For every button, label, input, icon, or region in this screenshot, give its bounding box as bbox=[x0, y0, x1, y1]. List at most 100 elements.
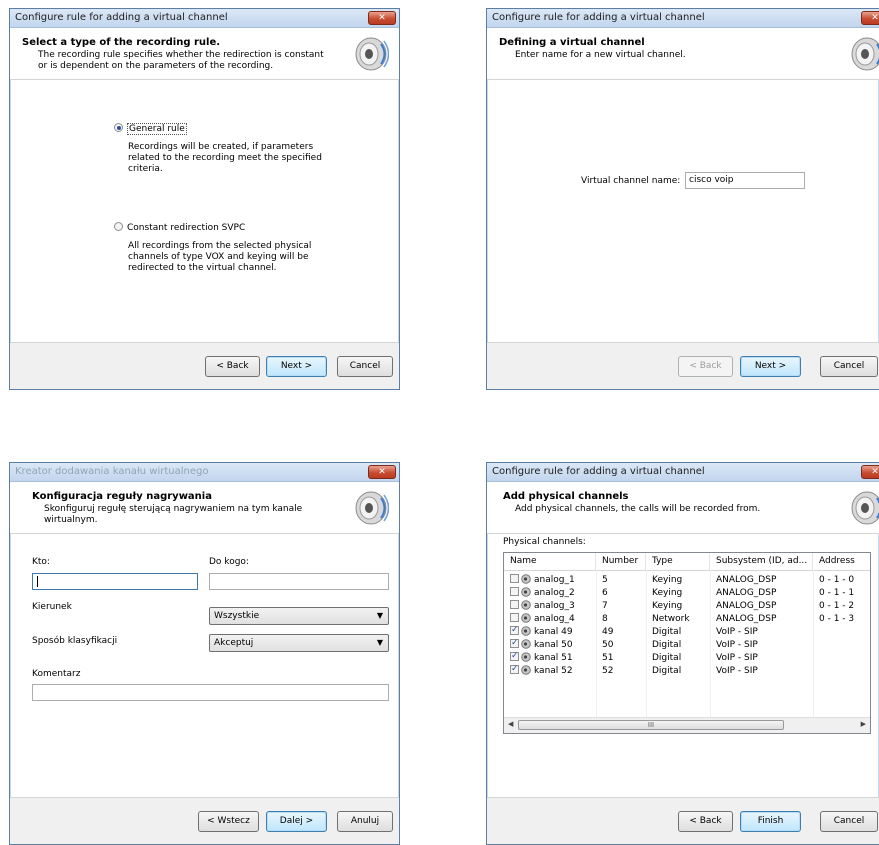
channel-subsystem-cell: VoIP - SIP bbox=[716, 653, 758, 663]
cancel-button[interactable]: Cancel bbox=[820, 811, 878, 832]
speaker-icon bbox=[355, 491, 389, 525]
column-header-address[interactable]: Address bbox=[813, 553, 870, 570]
finish-button[interactable]: Finish bbox=[740, 811, 801, 832]
table-row[interactable]: analog_4 8 Network ANALOG_DSP 0 - 1 - 3 bbox=[504, 613, 870, 626]
channel-name-cell: kanal 50 bbox=[510, 637, 573, 652]
channel-checkbox[interactable] bbox=[510, 574, 519, 583]
header-title: Konfiguracja reguły nagrywania bbox=[32, 491, 212, 502]
channel-number-cell: 7 bbox=[602, 601, 608, 611]
channel-type-cell: Digital bbox=[652, 627, 682, 637]
header-subtitle: The recording rule specifies whether the… bbox=[38, 50, 324, 71]
channel-name-cell: analog_3 bbox=[510, 600, 575, 613]
channel-checkbox[interactable] bbox=[510, 624, 519, 637]
sposob-klasyfikacji-value: Akceptuj bbox=[214, 638, 254, 648]
next-button[interactable]: Next > bbox=[740, 356, 801, 377]
back-button[interactable]: < Back bbox=[205, 356, 260, 377]
komentarz-input[interactable] bbox=[32, 684, 389, 701]
next-button[interactable]: Dalej > bbox=[266, 811, 327, 832]
constant-redirection-radio[interactable] bbox=[114, 222, 123, 231]
channel-subsystem-cell: VoIP - SIP bbox=[716, 666, 758, 676]
channel-name-cell: kanal 49 bbox=[510, 624, 573, 639]
cancel-button[interactable]: Anuluj bbox=[337, 811, 393, 832]
option-general-rule[interactable]: General rule bbox=[114, 123, 187, 135]
channel-type-cell: Keying bbox=[652, 588, 683, 598]
close-button[interactable]: ✕ bbox=[368, 465, 396, 479]
channel-subsystem-cell: ANALOG_DSP bbox=[716, 575, 777, 585]
channel-speaker-icon bbox=[521, 626, 531, 636]
kto-label: Kto: bbox=[32, 557, 50, 567]
channel-type-cell: Digital bbox=[652, 640, 682, 650]
wizard-header: Konfiguracja reguły nagrywania Skonfigur… bbox=[10, 482, 399, 534]
general-rule-radio[interactable] bbox=[114, 123, 123, 132]
column-header-name[interactable]: Name bbox=[504, 553, 596, 570]
speaker-icon bbox=[851, 491, 879, 525]
channel-name-cell: analog_2 bbox=[510, 587, 575, 600]
channel-checkbox[interactable] bbox=[510, 587, 519, 596]
do-kogo-label: Do kogo: bbox=[209, 557, 249, 567]
table-row[interactable]: kanal 49 49 Digital VoIP - SIP bbox=[504, 624, 870, 639]
back-button[interactable]: < Wstecz bbox=[198, 811, 259, 832]
kierunek-value: Wszystkie bbox=[214, 611, 260, 621]
text-cursor bbox=[37, 576, 38, 587]
column-header-type[interactable]: Type bbox=[646, 553, 710, 570]
channel-name: analog_4 bbox=[534, 614, 575, 624]
cancel-button[interactable]: Cancel bbox=[337, 356, 393, 377]
wizard-footer: < Back Next > Cancel bbox=[10, 342, 399, 389]
do-kogo-input[interactable] bbox=[209, 573, 389, 590]
channel-number-cell: 49 bbox=[602, 627, 614, 637]
close-button[interactable]: ✕ bbox=[368, 11, 396, 25]
kierunek-label: Kierunek bbox=[32, 602, 72, 612]
constant-redirection-label[interactable]: Constant redirection SVPC bbox=[127, 223, 245, 233]
table-row[interactable]: kanal 52 52 Digital VoIP - SIP bbox=[504, 663, 870, 678]
physical-channels-table[interactable]: Name Number Type Subsystem (ID, ad... Ad… bbox=[503, 552, 871, 734]
horizontal-scrollbar[interactable]: ◀ III ▶ bbox=[504, 717, 870, 733]
channel-speaker-icon bbox=[521, 639, 531, 649]
channel-checkbox[interactable] bbox=[510, 613, 519, 622]
column-header-subsystem[interactable]: Subsystem (ID, ad... bbox=[710, 553, 813, 570]
channel-number-cell: 51 bbox=[602, 653, 614, 663]
channel-checkbox[interactable] bbox=[510, 600, 519, 609]
back-button[interactable]: < Back bbox=[678, 811, 733, 832]
column-header-number[interactable]: Number bbox=[596, 553, 646, 570]
wizard-header: Defining a virtual channel Enter name fo… bbox=[487, 28, 879, 80]
back-button[interactable]: < Back bbox=[678, 356, 733, 377]
channel-address-cell: 0 - 1 - 0 bbox=[819, 575, 855, 585]
wizard-footer: < Wstecz Dalej > Anuluj bbox=[10, 797, 399, 844]
channel-checkbox[interactable] bbox=[510, 650, 519, 663]
table-row[interactable]: kanal 51 51 Digital VoIP - SIP bbox=[504, 650, 870, 665]
table-row[interactable]: analog_3 7 Keying ANALOG_DSP 0 - 1 - 2 bbox=[504, 600, 870, 613]
table-row[interactable]: analog_2 6 Keying ANALOG_DSP 0 - 1 - 1 bbox=[504, 587, 870, 600]
header-title: Defining a virtual channel bbox=[499, 37, 645, 48]
sposob-klasyfikacji-select[interactable]: Akceptuj ▼ bbox=[209, 634, 389, 652]
cancel-button[interactable]: Cancel bbox=[820, 356, 878, 377]
scroll-thumb[interactable]: III bbox=[518, 720, 784, 730]
dialog-add-physical-channels: Configure rule for adding a virtual chan… bbox=[486, 462, 879, 845]
header-title: Add physical channels bbox=[503, 491, 629, 502]
dialog-recording-rule-type: Configure rule for adding a virtual chan… bbox=[9, 8, 400, 390]
scroll-right-icon[interactable]: ▶ bbox=[861, 720, 866, 728]
close-button[interactable]: ✕ bbox=[861, 465, 879, 479]
option-constant-redirection[interactable]: Constant redirection SVPC bbox=[114, 222, 245, 233]
scroll-left-icon[interactable]: ◀ bbox=[508, 720, 513, 728]
header-subtitle: Skonfiguruj regułę sterującą nagrywaniem… bbox=[44, 504, 303, 525]
close-button[interactable]: ✕ bbox=[861, 11, 879, 25]
next-button[interactable]: Next > bbox=[266, 356, 327, 377]
sposob-klasyfikacji-label: Sposób klasyfikacji bbox=[32, 636, 118, 646]
wizard-footer: < Back Finish Cancel bbox=[487, 797, 879, 844]
table-row[interactable]: analog_1 5 Keying ANALOG_DSP 0 - 1 - 0 bbox=[504, 574, 870, 587]
kierunek-select[interactable]: Wszystkie ▼ bbox=[209, 607, 389, 625]
general-rule-label[interactable]: General rule bbox=[127, 123, 187, 135]
virtual-channel-name-input[interactable]: cisco voip bbox=[685, 172, 805, 189]
window-title: Configure rule for adding a virtual chan… bbox=[492, 466, 705, 477]
constant-redirection-description: All recordings from the selected physica… bbox=[128, 241, 312, 273]
channel-subsystem-cell: ANALOG_DSP bbox=[716, 614, 777, 624]
virtual-channel-name-label: Virtual channel name: bbox=[581, 176, 681, 186]
table-row[interactable]: kanal 50 50 Digital VoIP - SIP bbox=[504, 637, 870, 652]
kto-input[interactable] bbox=[32, 573, 198, 590]
channel-checkbox[interactable] bbox=[510, 637, 519, 650]
window-title: Configure rule for adding a virtual chan… bbox=[492, 12, 705, 23]
general-rule-description: Recordings will be created, if parameter… bbox=[128, 142, 322, 174]
channel-speaker-icon bbox=[521, 587, 531, 597]
channel-subsystem-cell: ANALOG_DSP bbox=[716, 588, 777, 598]
channel-checkbox[interactable] bbox=[510, 663, 519, 676]
